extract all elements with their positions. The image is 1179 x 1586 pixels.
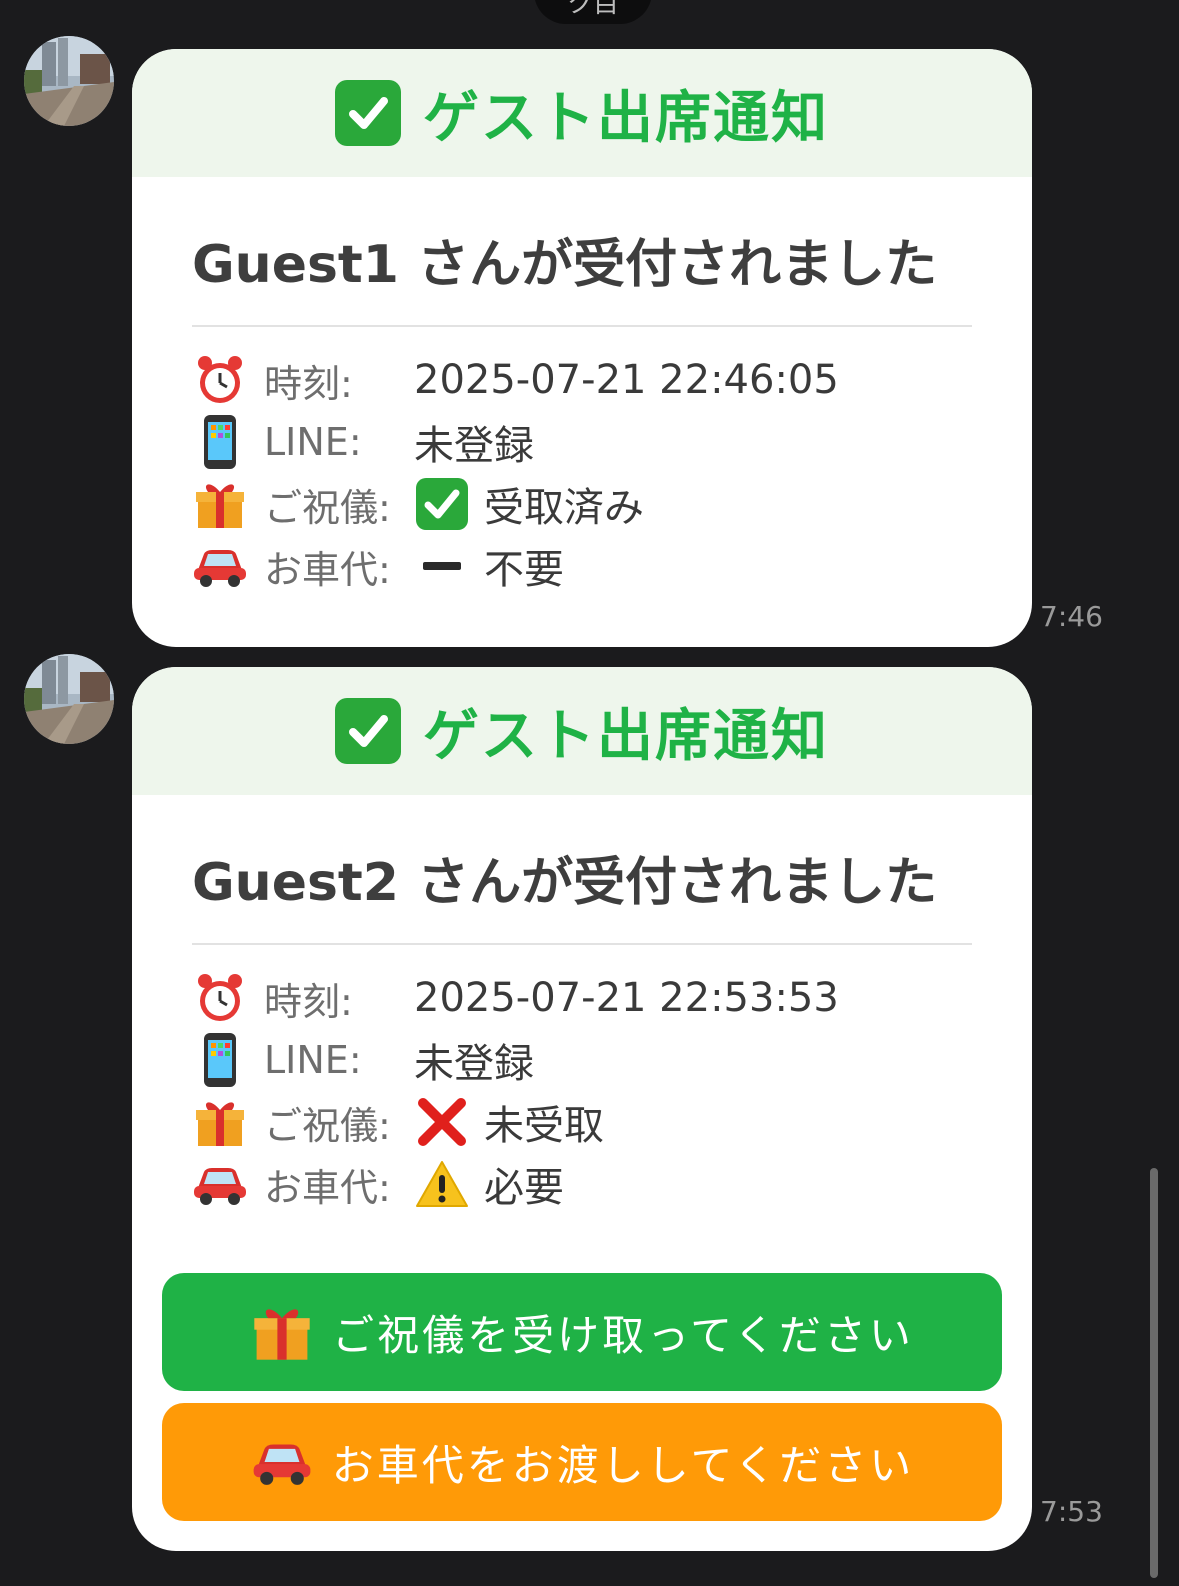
alarm-clock-icon	[192, 352, 248, 408]
line-row: LINE: 未登録	[192, 1029, 972, 1091]
row-value: 受取済み	[484, 485, 644, 531]
row-value: 2025-07-21 22:53:53	[414, 975, 839, 1021]
row-label: 時刻:	[264, 979, 353, 1024]
car-icon	[192, 1156, 248, 1212]
notification-card: ゲスト出席通知 Guest2 さんが受付されました 時刻: 2025-07-21…	[132, 667, 1032, 1551]
card-title: ゲスト出席通知	[423, 703, 829, 769]
row-label: ご祝儀:	[264, 485, 391, 530]
card-title: ゲスト出席通知	[423, 85, 829, 151]
time-row: 時刻: 2025-07-21 22:46:05	[192, 349, 972, 411]
gift-icon	[250, 1300, 314, 1364]
minus-icon	[414, 538, 470, 594]
car-icon	[250, 1430, 314, 1494]
check-mark-icon	[414, 476, 470, 532]
gift-icon	[192, 476, 248, 532]
guest-title: Guest1 さんが受付されました	[192, 235, 938, 295]
avatar[interactable]	[24, 654, 114, 744]
time-row: 時刻: 2025-07-21 22:53:53	[192, 967, 972, 1029]
row-value: 必要	[484, 1165, 564, 1211]
button-label: お車代をお渡ししてください	[331, 1440, 915, 1490]
line-row: LINE: 未登録	[192, 411, 972, 473]
row-label: ご祝儀:	[264, 1103, 391, 1148]
row-value: 未受取	[484, 1103, 604, 1149]
avatar[interactable]	[24, 36, 114, 126]
receive-gift-button[interactable]: ご祝儀を受け取ってください	[162, 1273, 1002, 1391]
hand-over-car-fare-button[interactable]: お車代をお渡ししてください	[162, 1403, 1002, 1521]
check-mark-icon	[335, 698, 401, 764]
card-header: ゲスト出席通知	[132, 49, 1032, 177]
gift-icon	[192, 1094, 248, 1150]
gift-row: ご祝儀: 未受取	[192, 1091, 972, 1153]
divider	[192, 943, 972, 945]
check-mark-icon	[335, 80, 401, 146]
row-label: お車代:	[264, 1165, 391, 1210]
notification-card: ゲスト出席通知 Guest1 さんが受付されました 時刻: 2025-07-21…	[132, 49, 1032, 647]
row-value: 未登録	[414, 423, 534, 469]
row-value: 未登録	[414, 1041, 534, 1087]
row-label: LINE:	[264, 420, 362, 464]
warning-icon	[414, 1156, 470, 1212]
alarm-clock-icon	[192, 970, 248, 1026]
guest-title: Guest2 さんが受付されました	[192, 853, 938, 913]
card-header: ゲスト出席通知	[132, 667, 1032, 795]
car-icon	[192, 538, 248, 594]
gift-row: ご祝儀: 受取済み	[192, 473, 972, 535]
chat-screen: ク目 ゲスト出席通知 Guest1 さんが受付されました 時刻: 2025-07…	[0, 0, 1179, 1586]
row-label: LINE:	[264, 1038, 362, 1082]
row-value: 不要	[484, 547, 564, 593]
mobile-phone-icon	[192, 414, 248, 470]
car-row: お車代: 不要	[192, 535, 972, 597]
message-timestamp: 7:53	[1040, 1495, 1103, 1528]
divider	[192, 325, 972, 327]
message-timestamp: 7:46	[1040, 600, 1103, 633]
row-label: お車代:	[264, 547, 391, 592]
button-label: ご祝儀を受け取ってください	[332, 1310, 914, 1360]
row-label: 時刻:	[264, 361, 353, 406]
row-value: 2025-07-21 22:46:05	[414, 357, 839, 403]
mobile-phone-icon	[192, 1032, 248, 1088]
cross-mark-icon	[414, 1094, 470, 1150]
date-pill: ク目	[534, 0, 652, 24]
car-row: お車代: 必要	[192, 1153, 972, 1215]
scrollbar[interactable]	[1150, 1168, 1158, 1578]
